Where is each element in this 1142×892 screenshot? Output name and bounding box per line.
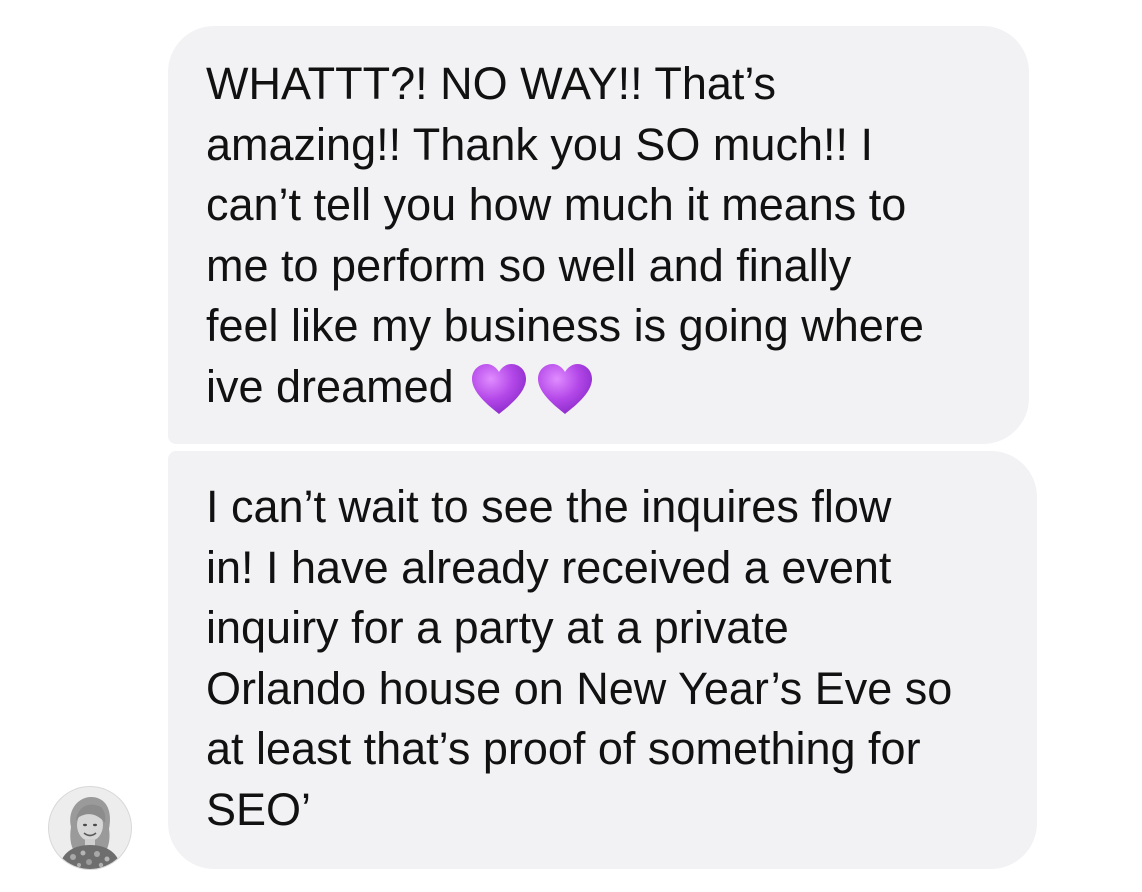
- message-1-line-1: WHATTT?! NO WAY!! That’s: [206, 58, 777, 109]
- message-1-line-2: amazing!! Thank you SO much!! I: [206, 118, 873, 170]
- message-1-line-4: me to perform so well and finally: [206, 239, 852, 291]
- message-1-line-5: feel like my business is going where: [206, 300, 924, 351]
- message-2-line-4: Orlando house on New Year’s Eve so: [206, 662, 953, 714]
- message-2-line-1: I can’t wait to see the inquires flow: [206, 481, 892, 532]
- message-bubble-1[interactable]: WHATTT?! NO WAY!! That’s amazing!! Thank…: [168, 26, 1029, 444]
- message-2-line-6: SEO’: [206, 783, 312, 835]
- message-2-line-3: inquiry for a party at a private: [206, 602, 789, 653]
- user-avatar-photo-icon: [49, 787, 131, 869]
- purple-heart-icon: [471, 363, 526, 414]
- message-2-line-5: at least that’s proof of something for: [206, 723, 921, 774]
- message-1-line-6-text: ive dreamed: [206, 360, 454, 412]
- message-bubble-2[interactable]: I can’t wait to see the inquires flow in…: [168, 451, 1037, 869]
- avatar[interactable]: [49, 787, 131, 869]
- message-2-line-2: in! I have already received a event: [206, 541, 892, 593]
- hearts-emoji-group: [470, 362, 602, 418]
- message-1-line-3: can’t tell you how much it means to: [206, 179, 907, 230]
- message-1-line-6: ive dreamed: [206, 357, 999, 418]
- purple-heart-icon: [537, 363, 592, 414]
